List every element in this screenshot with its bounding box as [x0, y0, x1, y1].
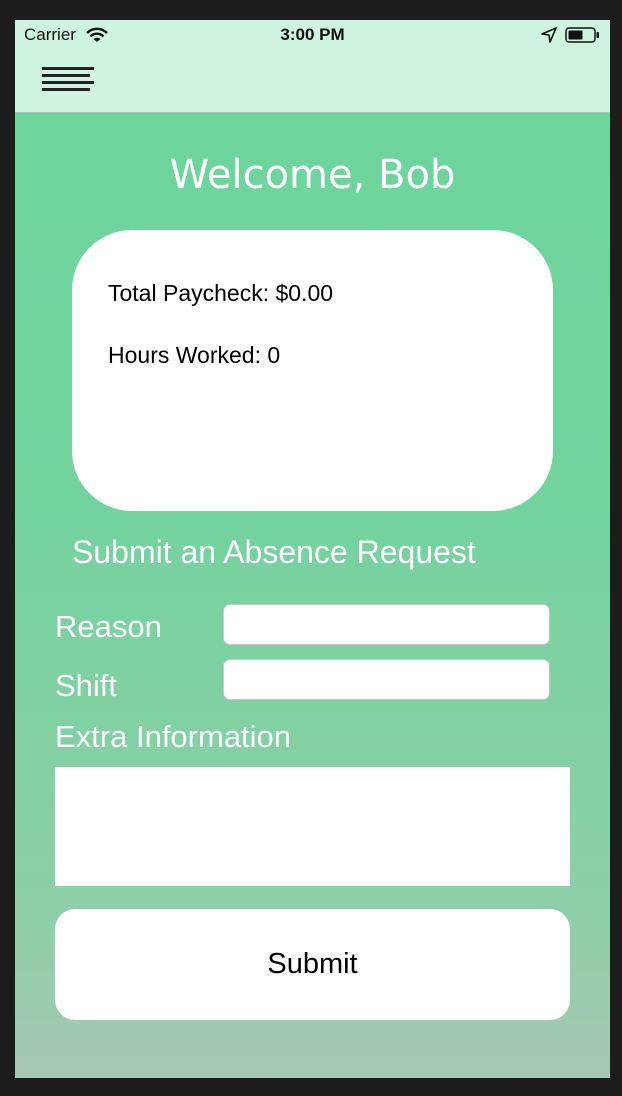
reason-label: Reason — [55, 609, 162, 644]
shift-label: Shift — [55, 668, 118, 703]
app-screen: Carrier 3:00 PM Welcome, Bob Total Paych… — [15, 20, 610, 1078]
status-time: 3:00 PM — [280, 25, 345, 44]
paycheck-summary-card: Total Paycheck: $0.00 Hours Worked: 0 — [72, 230, 553, 511]
absence-request-title: Submit an Absence Request — [72, 534, 476, 570]
submit-button[interactable]: Submit — [55, 909, 570, 1020]
reason-input[interactable] — [223, 604, 550, 645]
battery-icon — [565, 27, 599, 43]
hamburger-menu-icon[interactable] — [42, 65, 96, 95]
shift-input[interactable] — [223, 659, 550, 700]
welcome-title: Welcome, Bob — [169, 152, 456, 198]
extra-information-textarea[interactable] — [55, 767, 570, 886]
location-arrow-icon — [541, 27, 557, 43]
total-paycheck-text: Total Paycheck: $0.00 — [108, 280, 334, 306]
extra-information-label: Extra Information — [55, 719, 292, 754]
status-bar: Carrier 3:00 PM — [15, 20, 610, 50]
hours-worked-text: Hours Worked: 0 — [108, 342, 281, 368]
navigation-bar — [15, 50, 610, 113]
